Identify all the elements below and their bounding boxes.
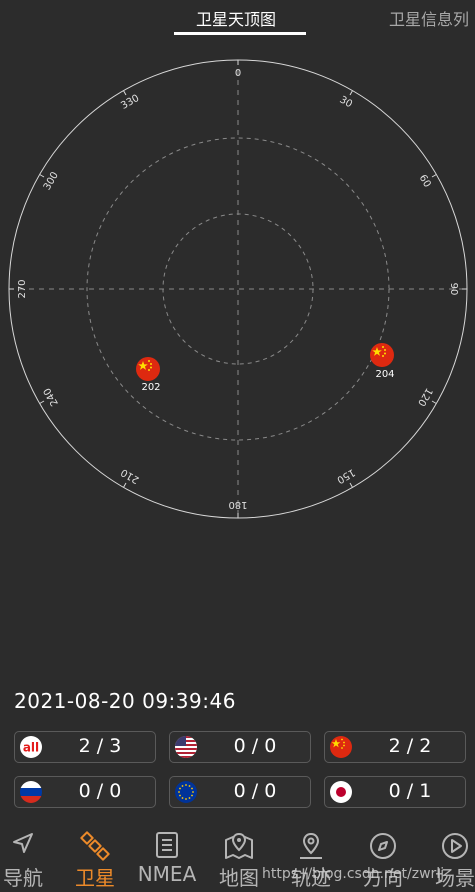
azimuth-tick bbox=[123, 90, 127, 96]
eu-flag-icon bbox=[175, 781, 197, 803]
azimuth-label: 60 bbox=[417, 173, 433, 190]
watermark-url: https://blog.csdn.net/zwrlj bbox=[262, 866, 445, 882]
azimuth-tick bbox=[349, 482, 353, 488]
azimuth-label: 30 bbox=[337, 94, 354, 110]
azimuth-label: 330 bbox=[119, 93, 141, 112]
azimuth-label: 240 bbox=[42, 386, 61, 408]
azimuth-tick bbox=[431, 174, 437, 178]
azimuth-ticks bbox=[9, 60, 467, 518]
azimuth-tick bbox=[123, 482, 127, 488]
nav-navigation[interactable]: 导航 bbox=[0, 826, 58, 892]
counter-galileo[interactable]: 0 / 0 bbox=[169, 776, 311, 808]
satellite-prn-label: 202 bbox=[141, 382, 161, 393]
china-flag-icon bbox=[330, 736, 352, 758]
counter-value: 0 / 1 bbox=[388, 780, 432, 802]
tab-sky-plot[interactable]: 卫星天顶图 bbox=[196, 6, 276, 30]
nav-label: 卫星 bbox=[75, 866, 115, 890]
azimuth-tick bbox=[349, 90, 353, 96]
counter-gps[interactable]: 0 / 0 bbox=[169, 731, 311, 763]
nav-map[interactable]: 地图 bbox=[204, 826, 274, 892]
azimuth-label: 210 bbox=[119, 466, 141, 485]
sky-plot: 0 30 60 90 120 150 180 210 240 270 300 330 202 204 bbox=[0, 40, 475, 540]
counter-all[interactable]: all 2 / 3 bbox=[14, 731, 156, 763]
counter-value: 0 / 0 bbox=[233, 735, 277, 757]
sky-plot-canvas: 0 30 60 90 120 150 180 210 240 270 300 330 bbox=[8, 59, 468, 519]
japan-flag-icon bbox=[330, 781, 352, 803]
nav-nmea[interactable]: NMEA bbox=[132, 826, 202, 892]
nav-label: NMEA bbox=[137, 862, 197, 886]
azimuth-label: 270 bbox=[17, 279, 28, 298]
navigation-arrow-icon bbox=[13, 833, 33, 853]
azimuth-label: 0 bbox=[235, 68, 241, 79]
document-icon bbox=[156, 832, 178, 858]
azimuth-label: 90 bbox=[448, 283, 459, 296]
tab-satellite-info[interactable]: 卫星信息列 bbox=[389, 6, 469, 30]
satellite-prn-label: 204 bbox=[375, 369, 395, 380]
counter-qzss[interactable]: 0 / 1 bbox=[324, 776, 466, 808]
counter-value: 0 / 0 bbox=[233, 780, 277, 802]
nav-label: 导航 bbox=[3, 866, 43, 890]
satellite-icon bbox=[80, 831, 110, 861]
horizon-ring bbox=[8, 59, 468, 519]
all-icon: all bbox=[20, 736, 42, 758]
counter-value: 2 / 2 bbox=[388, 735, 432, 757]
china-flag-icon[interactable] bbox=[369, 342, 395, 368]
azimuth-tick bbox=[431, 400, 437, 404]
compass-icon bbox=[370, 833, 396, 859]
play-icon bbox=[442, 833, 468, 859]
bottom-navigation: 导航 卫星 NMEA 地图 轨迹 方向 场景 bbox=[0, 826, 475, 892]
azimuth-label: 180 bbox=[228, 499, 247, 510]
usa-flag-icon bbox=[175, 736, 197, 758]
azimuth-tick bbox=[39, 174, 45, 178]
nav-scene[interactable]: 场景 bbox=[420, 826, 475, 892]
nav-track[interactable]: 轨迹 bbox=[276, 826, 346, 892]
nav-satellite[interactable]: 卫星 bbox=[60, 826, 130, 892]
gnss-satellite-screen: 卫星天顶图 卫星信息列 0 30 60 90 120 150 180 210 240 270 300… bbox=[0, 0, 475, 892]
counter-beidou[interactable]: 2 / 2 bbox=[324, 731, 466, 763]
active-tab-indicator bbox=[174, 32, 306, 35]
azimuth-label: 150 bbox=[335, 466, 357, 485]
svg-text:all: all bbox=[23, 741, 39, 755]
russia-flag-icon bbox=[20, 781, 42, 803]
azimuth-label: 300 bbox=[42, 170, 61, 192]
azimuth-tick bbox=[39, 400, 45, 404]
counter-glonass[interactable]: 0 / 0 bbox=[14, 776, 156, 808]
china-flag-icon[interactable] bbox=[135, 356, 161, 382]
top-tab-bar: 卫星天顶图 卫星信息列 bbox=[0, 0, 475, 40]
nav-direction[interactable]: 方向 bbox=[348, 826, 418, 892]
counter-value: 2 / 3 bbox=[78, 735, 122, 757]
fix-datetime: 2021-08-20 09:39:46 bbox=[14, 689, 236, 713]
azimuth-label: 120 bbox=[415, 386, 434, 408]
map-icon bbox=[225, 832, 253, 859]
counter-value: 0 / 0 bbox=[78, 780, 122, 802]
location-pin-icon bbox=[300, 832, 322, 859]
